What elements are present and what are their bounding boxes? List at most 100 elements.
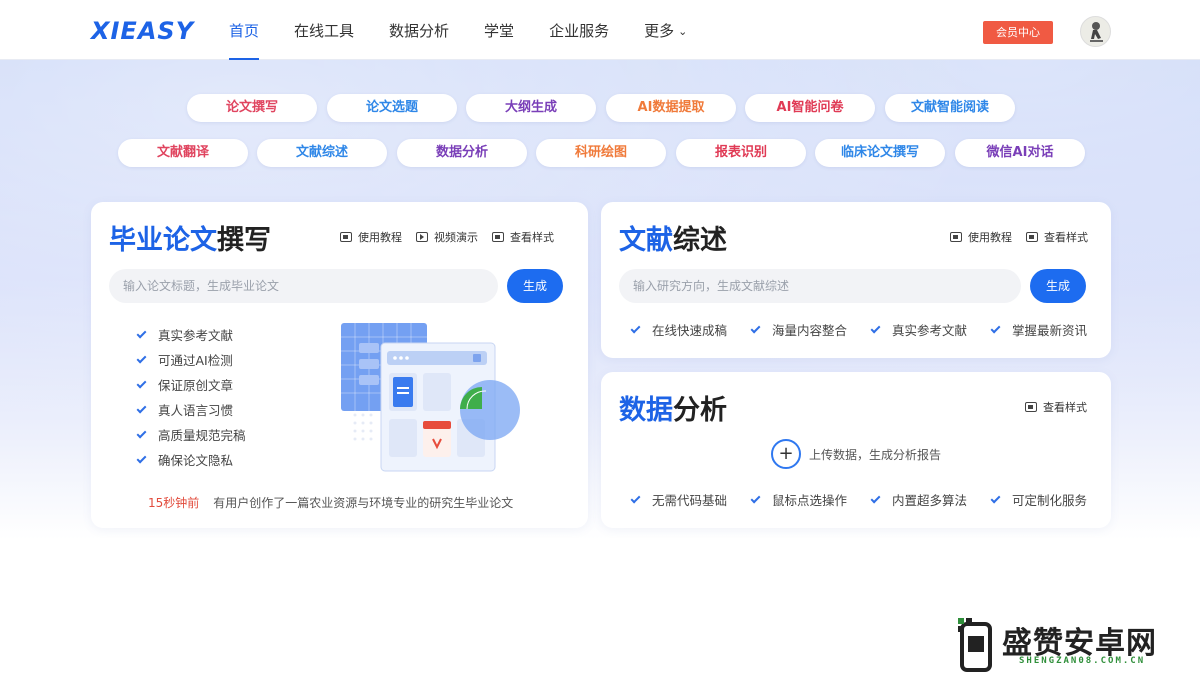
feature-label: 确保论文隐私 — [158, 453, 234, 468]
tag-label: 临床论文撰写 — [840, 145, 919, 160]
tag-outline[interactable]: 大纲生成 — [466, 94, 596, 122]
feature-label: 无需代码基础 — [652, 493, 728, 508]
tag-literature-review[interactable]: 文献综述 — [257, 139, 387, 167]
recent-activity: 15秒钟前 有用户创作了一篇农业资源与环境专业的研究生毕业论文 — [148, 494, 513, 511]
tag-thesis-writing[interactable]: 论文撰写 — [187, 94, 317, 122]
sample-icon — [492, 232, 504, 242]
feature-label: 保证原创文章 — [158, 378, 234, 393]
list-item: 确保论文隐私 — [136, 448, 246, 473]
list-item: 海量内容整合 — [750, 318, 848, 343]
upload-label: 上传数据，生成分析报告 — [809, 447, 942, 462]
analysis-title-blue: 数据 — [619, 395, 673, 426]
thesis-sample-link[interactable]: 查看样式 — [492, 229, 554, 245]
link-label: 使用教程 — [358, 231, 402, 244]
thesis-title-input[interactable]: 输入论文标题，生成毕业论文 — [109, 269, 498, 303]
list-item: 在线快速成稿 — [630, 318, 727, 343]
thesis-title-blue: 毕业论文 — [109, 225, 217, 256]
review-card-title: 文献综述 — [619, 218, 727, 257]
recent-time: 15秒钟前 — [148, 496, 200, 510]
feature-label: 可定制化服务 — [1012, 493, 1088, 508]
sample-icon — [1025, 402, 1037, 412]
watermark: 盛赞安卓网 SHENGZAN08.COM.CN — [956, 612, 1196, 672]
thesis-card-title: 毕业论文撰写 — [109, 218, 271, 257]
review-sample-link[interactable]: 查看样式 — [1026, 229, 1088, 245]
analysis-card-title: 数据分析 — [619, 388, 727, 427]
link-label: 使用教程 — [968, 231, 1012, 244]
tag-ai-questionnaire[interactable]: AI智能问卷 — [745, 94, 875, 122]
thesis-illustration — [341, 323, 520, 472]
analysis-feature-row: 无需代码基础 鼠标点选操作 内置超多算法 可定制化服务 — [630, 488, 1088, 513]
nav-more-label: 更多 — [644, 22, 675, 40]
check-icon — [750, 493, 761, 504]
tag-thesis-topic[interactable]: 论文选题 — [327, 94, 457, 122]
nav-more[interactable]: 更多 ⌄ — [644, 0, 687, 60]
feature-label: 鼠标点选操作 — [772, 493, 848, 508]
list-item: 真实参考文献 — [136, 323, 246, 348]
check-icon — [136, 328, 147, 339]
tag-report-recognition[interactable]: 报表识别 — [676, 139, 806, 167]
nav-online-tools[interactable]: 在线工具 — [294, 0, 354, 60]
list-item: 保证原创文章 — [136, 373, 246, 398]
nav-data-analysis[interactable]: 数据分析 — [389, 0, 449, 60]
analysis-card: 数据分析 查看样式 + 上传数据，生成分析报告 无需代码基础 鼠标点选操作 内置… — [601, 372, 1111, 528]
link-label: 查看样式 — [1043, 401, 1087, 414]
sample-icon — [1026, 232, 1038, 242]
link-label: 视频演示 — [434, 231, 478, 244]
analysis-links: 查看样式 — [1025, 399, 1087, 415]
avatar[interactable] — [1080, 16, 1111, 47]
site-logo[interactable]: XIEASY — [91, 17, 194, 45]
analysis-sample-link[interactable]: 查看样式 — [1025, 399, 1087, 415]
tag-wechat-ai[interactable]: 微信AI对话 — [955, 139, 1085, 167]
check-icon — [136, 403, 147, 414]
feature-label: 海量内容整合 — [772, 323, 848, 338]
feature-label: 真人语言习惯 — [158, 403, 234, 418]
watermark-subtitle: SHENGZAN08.COM.CN — [1019, 656, 1146, 666]
tag-clinical-thesis[interactable]: 临床论文撰写 — [815, 139, 945, 167]
tag-label: AI智能问卷 — [776, 100, 844, 115]
feature-label: 掌握最新资讯 — [1012, 323, 1088, 338]
nav-enterprise[interactable]: 企业服务 — [549, 0, 609, 60]
thesis-tutorial-link[interactable]: 使用教程 — [340, 229, 402, 245]
thesis-feature-list: 真实参考文献 可通过AI检测 保证原创文章 真人语言习惯 高质量规范完稿 确保论… — [136, 323, 246, 473]
nav-home[interactable]: 首页 — [229, 0, 260, 60]
thesis-video-link[interactable]: 视频演示 — [416, 229, 478, 245]
feature-label: 真实参考文献 — [158, 328, 234, 343]
tag-data-analysis[interactable]: 数据分析 — [397, 139, 527, 167]
feature-label: 内置超多算法 — [892, 493, 968, 508]
document-icon — [340, 232, 352, 242]
document-icon — [950, 232, 962, 242]
video-icon — [416, 232, 428, 242]
list-item: 真人语言习惯 — [136, 398, 246, 423]
review-title-blue: 文献 — [619, 225, 673, 256]
review-title-dark: 综述 — [673, 225, 727, 256]
link-label: 查看样式 — [1044, 231, 1088, 244]
list-item: 高质量规范完稿 — [136, 423, 246, 448]
check-icon — [630, 323, 641, 334]
check-icon — [136, 353, 147, 364]
tag-label: 数据分析 — [435, 145, 488, 160]
nav-academy[interactable]: 学堂 — [484, 0, 514, 60]
tag-label: 文献翻译 — [156, 145, 209, 160]
upload-data-button[interactable]: + 上传数据，生成分析报告 — [771, 439, 941, 469]
tag-translation[interactable]: 文献翻译 — [118, 139, 248, 167]
tag-literature-reading[interactable]: 文献智能阅读 — [885, 94, 1015, 122]
review-feature-row: 在线快速成稿 海量内容整合 真实参考文献 掌握最新资讯 — [630, 318, 1088, 343]
thesis-card: 毕业论文撰写 使用教程 视频演示 查看样式 输入论文标题，生成毕业论文 生成 真… — [91, 202, 588, 528]
review-links: 使用教程 查看样式 — [950, 229, 1088, 245]
feature-label: 高质量规范完稿 — [158, 428, 246, 443]
tag-label: 文献智能阅读 — [910, 100, 989, 115]
thesis-generate-button[interactable]: 生成 — [507, 269, 563, 303]
tag-ai-data-extract[interactable]: AI数据提取 — [606, 94, 736, 122]
tag-research-drawing[interactable]: 科研绘图 — [536, 139, 666, 167]
check-icon — [870, 323, 881, 334]
check-icon — [750, 323, 761, 334]
review-generate-button[interactable]: 生成 — [1030, 269, 1086, 303]
tag-label: 微信AI对话 — [986, 145, 1054, 160]
member-center-button[interactable]: 会员中心 — [983, 21, 1053, 44]
review-direction-input[interactable]: 输入研究方向，生成文献综述 — [619, 269, 1021, 303]
list-item: 鼠标点选操作 — [750, 488, 848, 513]
main-nav: 首页 在线工具 数据分析 学堂 企业服务 更多 ⌄ — [229, 0, 722, 60]
review-tutorial-link[interactable]: 使用教程 — [950, 229, 1012, 245]
feature-label: 真实参考文献 — [892, 323, 968, 338]
phone-logo-icon — [958, 618, 992, 672]
